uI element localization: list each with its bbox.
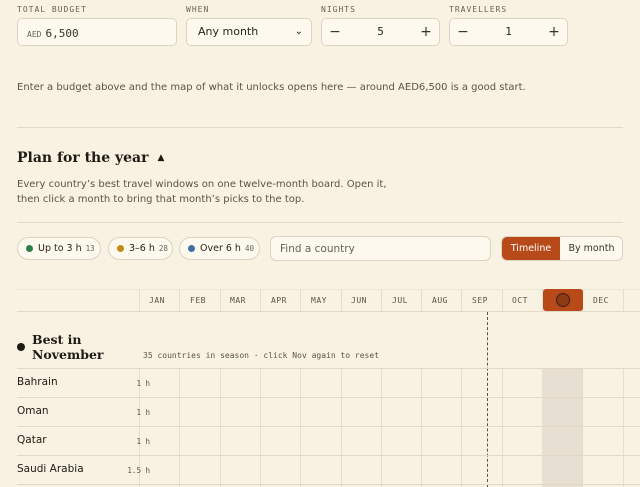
budget-input[interactable]: AED 6,500 (17, 18, 177, 46)
collapse-triangle-icon: ▲ (157, 153, 165, 163)
plan-description: Every country’s best travel windows on o… (17, 177, 387, 207)
travellers-stepper: − 1 + (449, 18, 568, 46)
month-column-divider (461, 289, 462, 311)
month-column-divider (139, 289, 140, 311)
board-header-border (17, 311, 640, 312)
month-header-may[interactable]: MAY (311, 296, 327, 305)
budget-value: 6,500 (45, 27, 79, 40)
month-column-divider (421, 289, 422, 311)
travellers-label: TRAVELLERS (449, 5, 508, 14)
nights-label: NIGHTS (321, 5, 356, 14)
flight-hours: 1.5 h (127, 466, 150, 475)
country-search-input[interactable] (270, 236, 491, 261)
season-count-note: 35 countries in season · click Nov again… (143, 351, 380, 360)
plan-toggle[interactable]: Plan for the year ▲ (17, 150, 164, 166)
chip-label: Up to 3 h (38, 243, 82, 254)
selected-month-indicator-icon (556, 293, 570, 307)
month-header-oct[interactable]: OCT (512, 296, 528, 305)
view-toggle: Timeline By month (501, 236, 623, 261)
month-column-divider (341, 289, 342, 311)
travellers-value[interactable]: 1 (476, 19, 541, 45)
month-column-divider (300, 289, 301, 311)
budget-label: TOTAL BUDGET (17, 5, 87, 14)
month-column-divider (179, 289, 180, 311)
month-header-apr[interactable]: APR (271, 296, 287, 305)
chip-label: 3–6 h (129, 243, 155, 254)
month-header-nov[interactable] (543, 289, 583, 311)
nights-increment-button[interactable]: + (413, 19, 439, 45)
row-divider (17, 484, 640, 485)
nights-value[interactable]: 5 (348, 19, 413, 45)
country-row[interactable]: Qatar 1 h (17, 426, 640, 455)
when-value: Any month (198, 25, 259, 38)
section-bullet-icon (17, 343, 25, 351)
country-row[interactable]: Oman 1 h (17, 397, 640, 426)
divider (17, 222, 623, 223)
when-select[interactable]: Any month ⌄ (186, 18, 312, 46)
travellers-increment-button[interactable]: + (541, 19, 567, 45)
filter-chip-short[interactable]: Up to 3 h 13 (17, 237, 101, 260)
flight-hours: 1 h (136, 437, 150, 446)
country-name: Qatar (17, 434, 47, 446)
country-row[interactable]: Bahrain 1 h (17, 368, 640, 397)
month-column-divider (381, 289, 382, 311)
best-in-line: Best in (32, 332, 82, 347)
chevron-down-icon: ⌄ (294, 26, 303, 37)
country-name: Bahrain (17, 376, 58, 388)
budget-hint: Enter a budget above and the map of what… (17, 82, 526, 93)
green-dot-icon (26, 245, 33, 252)
month-header-feb[interactable]: FEB (190, 296, 206, 305)
country-name: Saudi Arabia (17, 463, 84, 475)
best-in-heading: Best in November (32, 332, 132, 362)
month-header-mar[interactable]: MAR (230, 296, 246, 305)
country-row[interactable]: Saudi Arabia 1.5 h (17, 455, 640, 484)
flight-hours: 1 h (136, 379, 150, 388)
divider (17, 127, 623, 128)
month-header-jul[interactable]: JUL (392, 296, 408, 305)
month-column-divider (220, 289, 221, 311)
amber-dot-icon (117, 245, 124, 252)
chip-count: 40 (244, 244, 254, 253)
month-header-aug[interactable]: AUG (432, 296, 448, 305)
month-header-jun[interactable]: JUN (351, 296, 367, 305)
plan-description-line: Every country’s best travel windows on o… (17, 179, 387, 190)
nights-decrement-button[interactable]: − (322, 19, 348, 45)
chip-label: Over 6 h (200, 243, 241, 254)
filter-chip-medium[interactable]: 3–6 h 28 (108, 237, 173, 260)
month-header-sep[interactable]: SEP (472, 296, 488, 305)
month-header-dec[interactable]: DEC (593, 296, 609, 305)
plan-description-line: then click a month to bring that month’s… (17, 194, 305, 205)
best-in-month: November (32, 347, 104, 362)
when-label: WHEN (186, 5, 210, 14)
month-column-divider (623, 289, 624, 311)
travellers-decrement-button[interactable]: − (450, 19, 476, 45)
month-column-divider (502, 289, 503, 311)
filter-chip-long[interactable]: Over 6 h 40 (179, 237, 260, 260)
timeline-view-button[interactable]: Timeline (502, 237, 560, 260)
blue-dot-icon (188, 245, 195, 252)
by-month-view-button[interactable]: By month (560, 237, 622, 260)
month-column-divider (260, 289, 261, 311)
country-name: Oman (17, 405, 49, 417)
currency-label: AED (27, 30, 42, 39)
chip-count: 28 (158, 244, 168, 253)
nights-stepper: − 5 + (321, 18, 440, 46)
month-header-jan[interactable]: JAN (149, 296, 165, 305)
flight-hours: 1 h (136, 408, 150, 417)
plan-title: Plan for the year (17, 150, 149, 166)
chip-count: 13 (85, 244, 95, 253)
